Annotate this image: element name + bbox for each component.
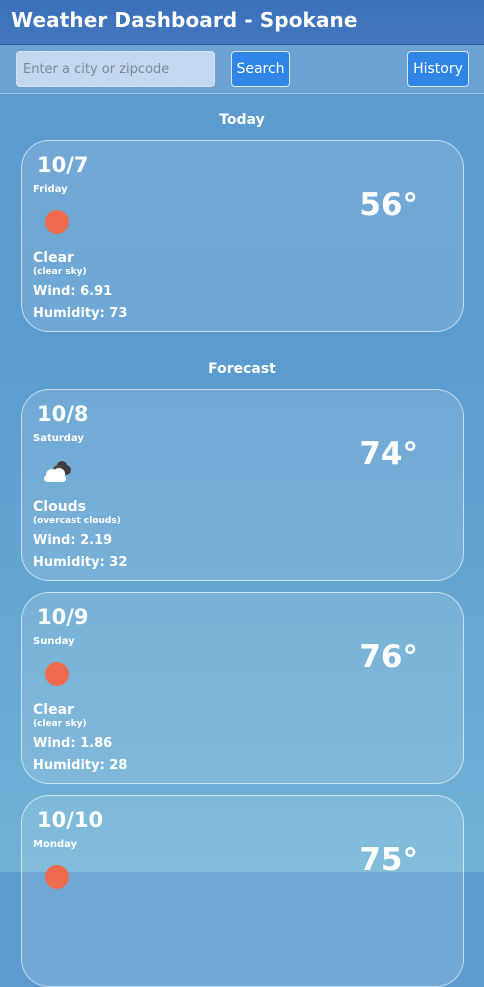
card-temperature: 74° <box>359 436 418 472</box>
card-date: 10/10 <box>37 808 104 832</box>
card-humidity: Humidity: 28 <box>33 758 128 773</box>
card-humidity: Humidity: 73 <box>33 306 128 321</box>
forecast-card: 10/9 Sunday Clear (clear sky) Wind: 1.86… <box>21 592 464 784</box>
today-heading: Today <box>219 112 265 128</box>
card-description: (clear sky) <box>33 267 87 277</box>
search-button[interactable]: Search <box>231 51 290 87</box>
card-description: (overcast clouds) <box>33 516 121 526</box>
card-condition: Clouds <box>33 499 87 515</box>
clouds-icon <box>44 461 71 482</box>
sun-icon <box>45 662 69 686</box>
card-temperature: 76° <box>359 639 418 675</box>
forecast-heading: Forecast <box>208 361 276 377</box>
card-temperature: 56° <box>359 187 418 223</box>
card-wind: Wind: 2.19 <box>33 533 113 548</box>
sun-icon <box>45 865 69 889</box>
card-condition: Clear <box>33 250 74 266</box>
search-toolbar: Search History <box>0 45 484 94</box>
card-condition: Clear <box>33 702 74 718</box>
card-temperature: 75° <box>359 842 418 878</box>
card-wind: Wind: 1.86 <box>33 736 113 751</box>
sun-icon <box>45 210 69 234</box>
today-weather-card: 10/7 Friday Clear (clear sky) Wind: 6.91… <box>21 140 464 332</box>
card-date: 10/8 <box>37 402 89 426</box>
card-date: 10/7 <box>37 153 89 177</box>
card-weekday: Monday <box>33 839 78 850</box>
forecast-card: 10/8 Saturday Clouds (overcast clouds) W… <box>21 389 464 581</box>
card-humidity: Humidity: 32 <box>33 555 128 570</box>
card-date: 10/9 <box>37 605 89 629</box>
app-header: Weather Dashboard - Spokane <box>0 0 484 45</box>
card-weekday: Saturday <box>33 433 84 444</box>
search-input[interactable] <box>16 51 215 87</box>
card-wind: Wind: 6.91 <box>33 284 113 299</box>
page-title: Weather Dashboard - Spokane <box>11 8 358 32</box>
card-description: (clear sky) <box>33 719 87 729</box>
history-button[interactable]: History <box>407 51 469 87</box>
card-weekday: Friday <box>33 184 68 195</box>
card-weekday: Sunday <box>33 636 75 647</box>
forecast-card: 10/10 Monday 75° <box>21 795 464 987</box>
